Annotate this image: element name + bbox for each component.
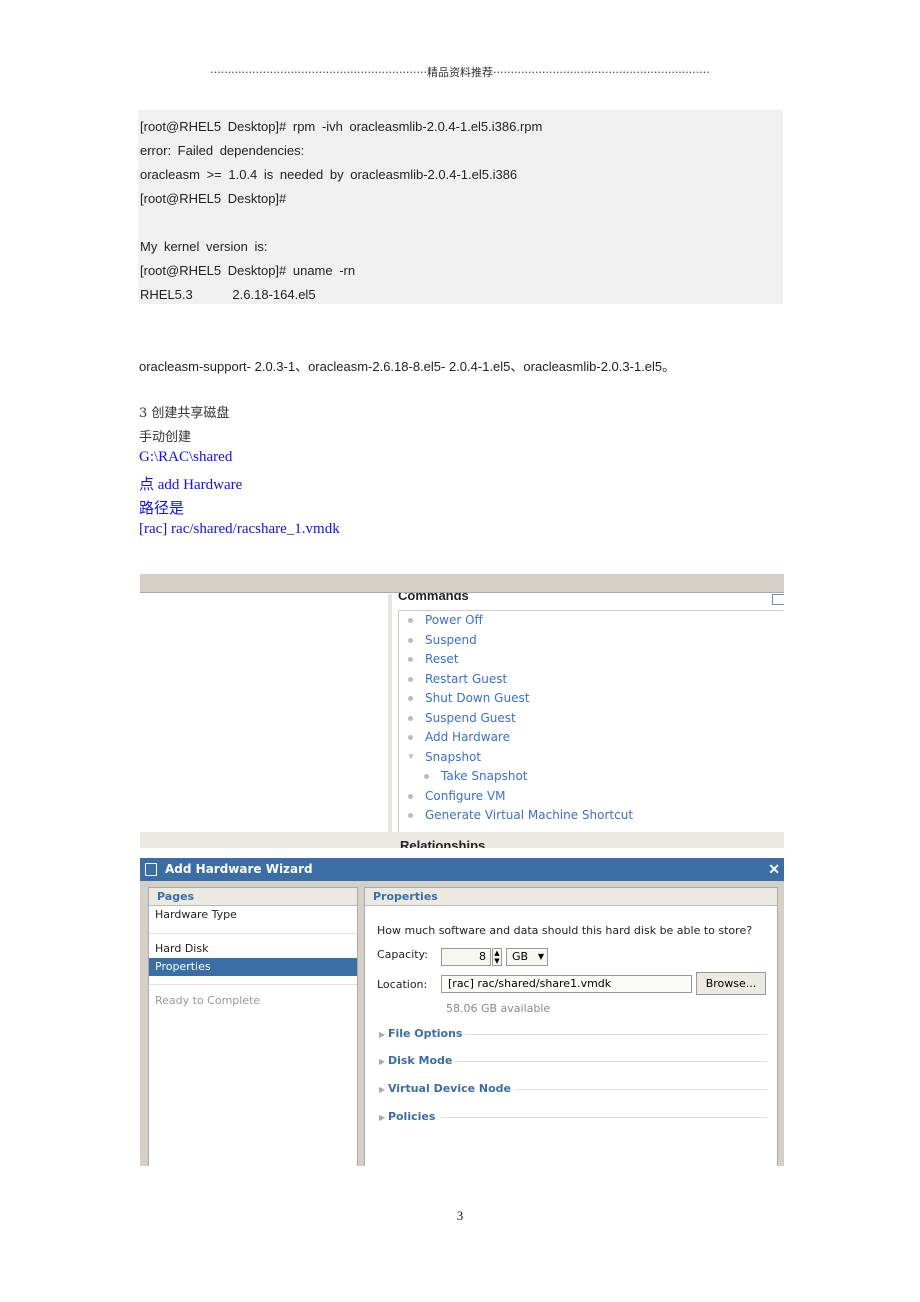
bullet-icon xyxy=(408,715,413,721)
relationships-title: Relationships xyxy=(400,838,486,848)
expanded-arrow-icon: ▼ xyxy=(407,751,415,761)
divider xyxy=(149,984,357,985)
section-policies[interactable]: ▶ Policies xyxy=(379,1110,767,1124)
pages-panel: Pages Hardware Type Hard Disk Properties… xyxy=(148,887,358,1166)
capacity-stepper[interactable]: ▲ ▼ xyxy=(492,948,502,966)
command-link[interactable]: Power Off xyxy=(425,613,483,627)
command-link[interactable]: Add Hardware xyxy=(425,730,510,744)
page-header: ········································… xyxy=(210,66,710,79)
command-link[interactable]: Reset xyxy=(425,652,459,666)
code-block: [root@RHEL5 Desktop]# rpm -ivh oracleasm… xyxy=(138,110,783,304)
bullet-icon xyxy=(408,696,413,701)
command-link[interactable]: Suspend xyxy=(425,633,477,647)
page-number: 3 xyxy=(456,1208,464,1223)
bullet-icon xyxy=(408,637,413,643)
packages-text: oracleasm-support- 2.0.3-1、oracleasm-2.6… xyxy=(139,359,676,374)
capacity-label: Capacity: xyxy=(377,948,428,961)
page-properties[interactable]: Properties xyxy=(149,958,357,976)
chevron-down-icon: ▼ xyxy=(537,952,544,961)
wizard-title: Add Hardware Wizard xyxy=(140,858,784,881)
code-line: [root@RHEL5 Desktop]# rpm -ivh oracleasm… xyxy=(140,119,543,134)
code-line: [root@RHEL5 Desktop]# xyxy=(140,191,287,206)
commands-screenshot: Commands Power Off Suspend Reset Restart Gu… xyxy=(140,574,784,848)
command-link[interactable]: Snapshot xyxy=(425,750,481,764)
section-heading: 3 创建共享磁盘 xyxy=(139,406,230,421)
page-hard-disk[interactable]: Hard Disk xyxy=(149,940,357,958)
section-virtual-device-node[interactable]: ▶ Virtual Device Node xyxy=(379,1082,767,1096)
page-ready-to-complete: Ready to Complete xyxy=(155,994,261,1007)
code-line: [root@RHEL5 Desktop]# uname -rn xyxy=(140,263,356,278)
divider xyxy=(465,1034,767,1035)
section-file-options[interactable]: ▶ File Options xyxy=(379,1027,767,1041)
code-line: RHEL5.3 2.6.18-164.el5 xyxy=(140,287,316,302)
bullet-icon xyxy=(408,813,413,818)
pages-title: Pages xyxy=(149,888,357,906)
section-label: Virtual Device Node xyxy=(387,1082,512,1095)
command-link[interactable]: Configure VM xyxy=(425,789,506,803)
page-hardware-type[interactable]: Hardware Type xyxy=(149,906,357,924)
divider xyxy=(149,933,357,934)
properties-panel: Properties How much software and data sh… xyxy=(364,887,778,1166)
blue-line: 路径是 xyxy=(139,501,185,517)
commands-list: Power Off Suspend Reset Restart Guest Shut D… xyxy=(398,610,784,834)
expand-icon: ▶ xyxy=(379,1113,388,1122)
wizard-icon xyxy=(145,863,157,876)
section-text: 手动创建 xyxy=(139,430,192,445)
expand-icon: ▶ xyxy=(379,1057,388,1066)
blue-line: 点 add Hardware xyxy=(139,477,243,493)
expand-icon: ▶ xyxy=(379,1085,388,1094)
bullet-icon xyxy=(408,657,413,662)
unit-select[interactable]: GB ▼ xyxy=(506,948,548,966)
code-line: oracleasm >= 1.0.4 is needed by oracleas… xyxy=(140,167,518,182)
code-line: error: Failed dependencies: xyxy=(140,143,305,158)
divider xyxy=(441,1117,767,1118)
bullet-icon xyxy=(408,735,413,740)
capacity-input[interactable]: 8 xyxy=(441,948,491,966)
location-label: Location: xyxy=(377,978,428,991)
available-text: 58.06 GB available xyxy=(446,1002,551,1015)
expand-icon: ▶ xyxy=(379,1030,388,1039)
left-pane xyxy=(140,594,392,832)
blue-line: [rac] rac/shared/racshare_1.vmdk xyxy=(139,521,340,537)
bullet-icon xyxy=(408,676,413,682)
command-link[interactable]: Take Snapshot xyxy=(441,769,528,783)
section-label: Policies xyxy=(387,1110,436,1123)
section-label: File Options xyxy=(387,1027,463,1040)
code-line: My kernel version is: xyxy=(140,239,268,254)
command-link[interactable]: Suspend Guest xyxy=(425,711,516,725)
add-hardware-wizard: Add Hardware Wizard ✕ Pages Hardware Typ… xyxy=(140,858,784,1166)
bullet-icon xyxy=(424,774,429,779)
command-link[interactable]: Restart Guest xyxy=(425,672,507,686)
command-link[interactable]: Generate Virtual Machine Shortcut xyxy=(425,808,633,822)
section-label: Disk Mode xyxy=(387,1054,453,1067)
section-disk-mode[interactable]: ▶ Disk Mode xyxy=(379,1054,767,1068)
divider xyxy=(455,1061,767,1062)
divider xyxy=(515,1089,767,1090)
collapse-icon[interactable] xyxy=(772,594,784,605)
bullet-icon xyxy=(408,793,413,799)
unit-value: GB xyxy=(512,950,529,963)
bullet-icon xyxy=(408,618,413,623)
blue-line: G:\RAC\shared xyxy=(139,449,233,465)
toolbar-overlay xyxy=(140,574,784,593)
browse-button[interactable]: Browse... xyxy=(696,972,766,995)
command-link[interactable]: Shut Down Guest xyxy=(425,691,529,705)
location-input[interactable]: [rac] rac/shared/share1.vmdk xyxy=(441,975,692,993)
properties-title: Properties xyxy=(365,888,777,906)
question-text: How much software and data should this h… xyxy=(377,924,753,937)
close-button[interactable]: ✕ xyxy=(768,858,780,881)
